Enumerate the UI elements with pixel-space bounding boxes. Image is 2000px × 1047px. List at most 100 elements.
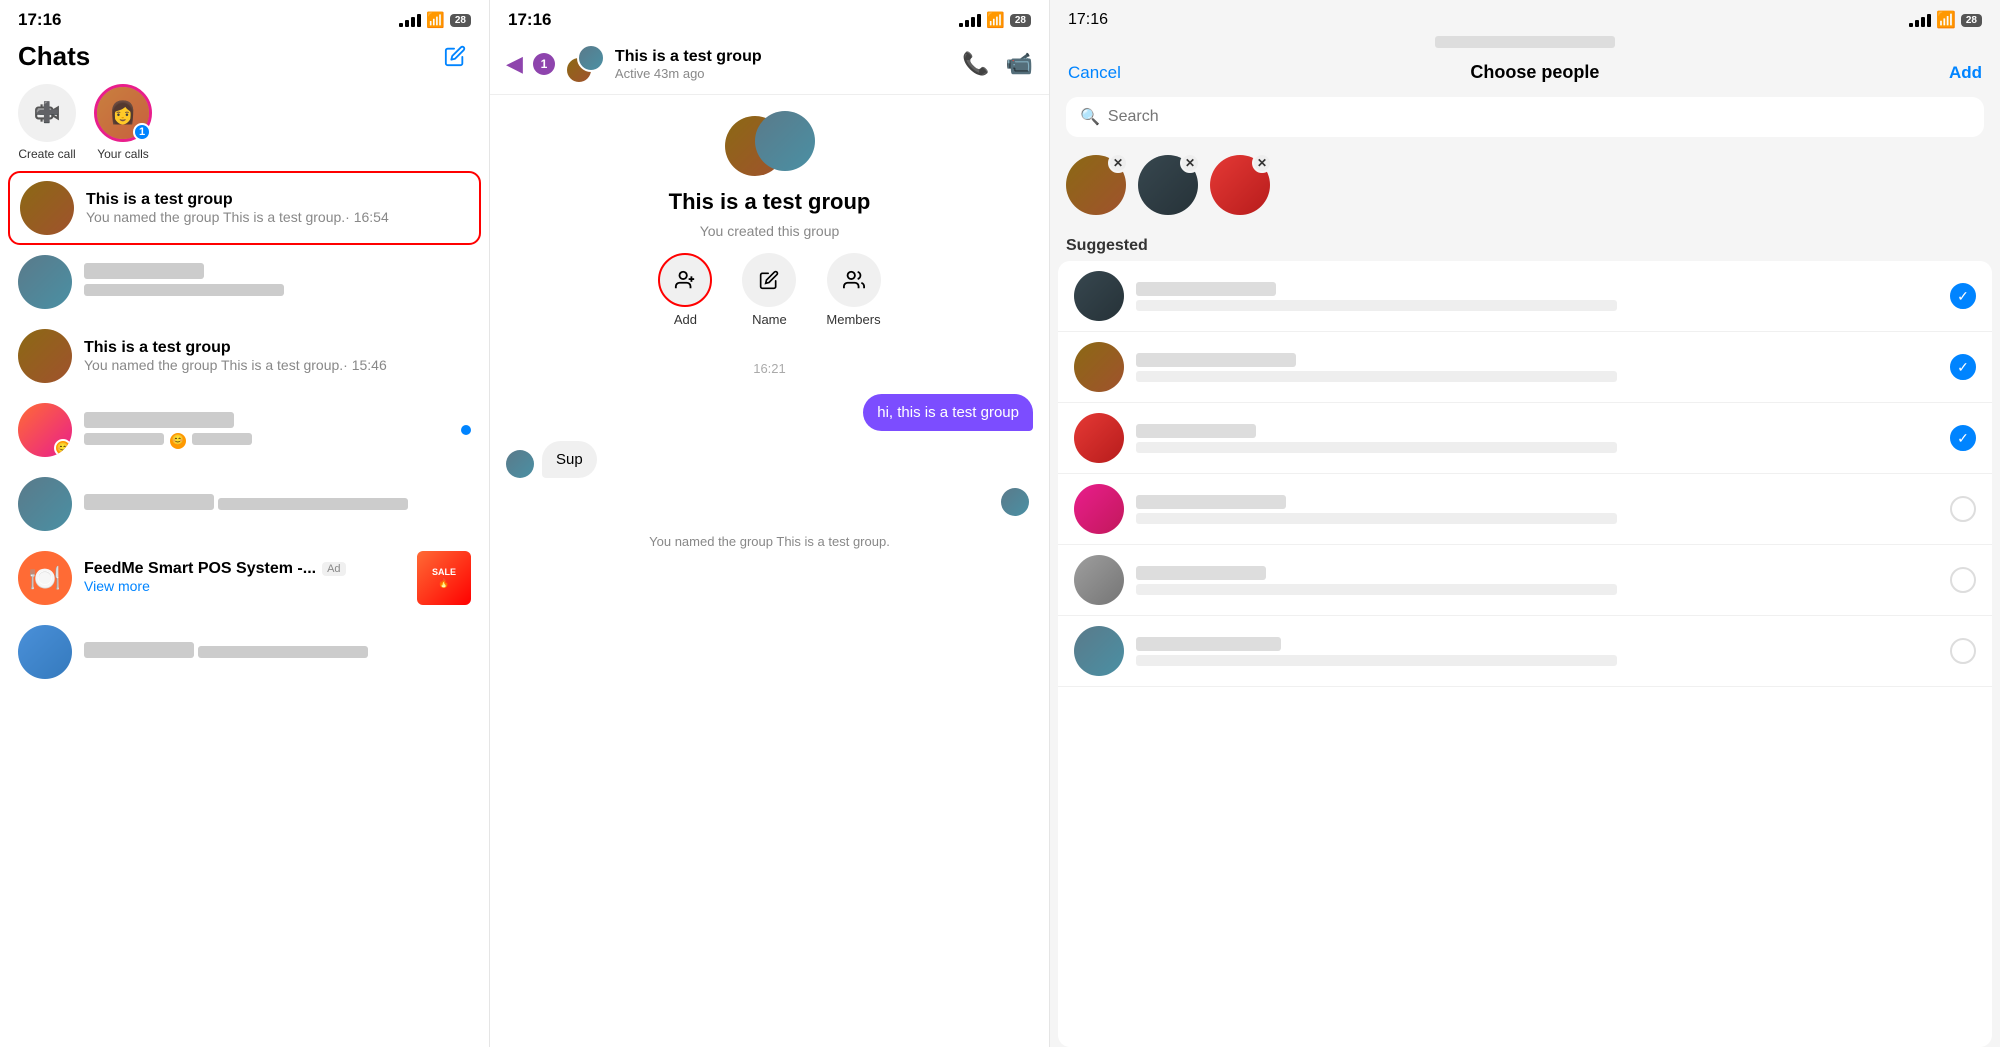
create-call-action[interactable]: ➕ Create call: [18, 84, 76, 161]
back-button[interactable]: ◀: [506, 51, 523, 77]
person-name-2: [1136, 353, 1296, 367]
person-avatar-2: [1074, 342, 1124, 392]
check-circle-2[interactable]: ✓: [1950, 354, 1976, 380]
time-chat: 17:16: [508, 10, 551, 30]
chat-avatar-7: [18, 625, 72, 679]
chat-avatar-2: [18, 255, 72, 309]
small-avatar-right: [1001, 488, 1029, 516]
check-circle-5[interactable]: [1950, 567, 1976, 593]
time-chats: 17:16: [18, 10, 61, 30]
blurred-name-7: [84, 642, 194, 658]
chat-info-4: 😊: [84, 412, 449, 449]
blurred-preview-7: [198, 646, 368, 658]
create-call-circle[interactable]: ➕: [18, 84, 76, 142]
person-item-3[interactable]: ✓: [1058, 403, 1992, 474]
chat-avatar-5: [18, 477, 72, 531]
video-button[interactable]: 📹: [1006, 51, 1033, 77]
blurred-preview-2: [84, 284, 284, 296]
chat-panel: 17:16 📶 28 ◀ 1 This is a test group Acti…: [490, 0, 1050, 1047]
person-info-2: [1136, 353, 1938, 382]
check-circle-4[interactable]: [1950, 496, 1976, 522]
chat-item-3[interactable]: This is a test group You named the group…: [0, 319, 489, 393]
bubble-incoming: Sup: [542, 441, 597, 478]
remove-avatar-2[interactable]: ✕: [1180, 153, 1200, 173]
status-icons-people: 📶 28: [1909, 10, 1982, 30]
header-status: Active 43m ago: [615, 66, 952, 81]
person-item-2[interactable]: ✓: [1058, 332, 1992, 403]
search-input[interactable]: [1108, 108, 1970, 126]
group-action-name[interactable]: Name: [742, 253, 796, 327]
remove-avatar-1[interactable]: ✕: [1108, 153, 1128, 173]
person-info-1: [1136, 282, 1938, 311]
signal-icon-chat: [959, 14, 981, 27]
add-button[interactable]: Add: [1949, 63, 1982, 83]
chat-item-4[interactable]: 😊 😊: [0, 393, 489, 467]
members-circle[interactable]: [827, 253, 881, 307]
person-avatar-1: [1074, 271, 1124, 321]
calls-badge: 1: [133, 123, 151, 141]
person-sub-3: [1136, 442, 1617, 453]
add-circle[interactable]: [658, 253, 712, 307]
name-label: Name: [752, 312, 787, 327]
edit-icon[interactable]: [439, 40, 471, 72]
person-sub-5: [1136, 584, 1617, 595]
group-actions-row: Add Name: [658, 253, 880, 327]
chat-info-1: This is a test group You named the group…: [86, 191, 469, 225]
feedme-view-more[interactable]: View more: [84, 578, 150, 594]
blurred-preview-4b: [192, 433, 252, 445]
selected-avatar-2: ✕: [1138, 155, 1198, 215]
person-avatar-6: [1074, 626, 1124, 676]
your-calls-circle[interactable]: 👩 1: [94, 84, 152, 142]
remove-avatar-3[interactable]: ✕: [1252, 153, 1272, 173]
chat-header: ◀ 1 This is a test group Active 43m ago …: [490, 34, 1049, 95]
group-action-add[interactable]: Add: [658, 253, 712, 327]
chat-name-1: This is a test group: [86, 191, 469, 209]
person-sub-6: [1136, 655, 1617, 666]
chat-item-7[interactable]: [0, 615, 489, 689]
group-action-members[interactable]: Members: [826, 253, 880, 327]
person-item-4[interactable]: [1058, 474, 1992, 545]
chat-item-2[interactable]: [0, 245, 489, 319]
chat-info-7: [84, 641, 471, 663]
selected-avatar-1: ✕: [1066, 155, 1126, 215]
chat-info-3: This is a test group You named the group…: [84, 339, 471, 373]
cancel-button[interactable]: Cancel: [1068, 63, 1121, 83]
group-avatar-header: [565, 44, 605, 84]
ad-thumbnail: SALE🔥: [417, 551, 471, 605]
person-item-6[interactable]: [1058, 616, 1992, 687]
blurred-top-hint: [1050, 34, 2000, 54]
person-item-5[interactable]: [1058, 545, 1992, 616]
check-circle-1[interactable]: ✓: [1950, 283, 1976, 309]
status-icons-chat: 📶 28: [959, 11, 1031, 29]
chat-item-selected[interactable]: This is a test group You named the group…: [8, 171, 481, 245]
message-incoming: Sup: [506, 441, 1033, 478]
check-circle-3[interactable]: ✓: [1950, 425, 1976, 451]
person-name-3: [1136, 424, 1256, 438]
chats-title: Chats: [18, 41, 90, 72]
chat-item-feedme[interactable]: 🍽️ FeedMe Smart POS System -... Ad View …: [0, 541, 489, 615]
person-name-1: [1136, 282, 1276, 296]
wifi-icon-chat: 📶: [986, 11, 1005, 29]
chat-info-5: [84, 493, 471, 515]
your-calls-action[interactable]: 👩 1 Your calls: [94, 84, 152, 161]
person-item-1[interactable]: ✓: [1058, 261, 1992, 332]
message-outgoing: hi, this is a test group: [506, 394, 1033, 431]
person-info-6: [1136, 637, 1938, 666]
choose-title: Choose people: [1470, 62, 1599, 83]
chat-list: This is a test group You named the group…: [0, 171, 489, 1047]
phone-button[interactable]: 📞: [962, 51, 989, 77]
blurred-preview-5: [218, 498, 408, 510]
suggested-label: Suggested: [1050, 227, 2000, 261]
person-sub-2: [1136, 371, 1617, 382]
signal-icon-people: [1909, 14, 1931, 27]
check-circle-6[interactable]: [1950, 638, 1976, 664]
incoming-avatar: [506, 450, 534, 478]
person-avatar-4: [1074, 484, 1124, 534]
chat-item-5[interactable]: [0, 467, 489, 541]
person-name-5: [1136, 566, 1266, 580]
search-bar[interactable]: 🔍: [1066, 97, 1984, 137]
unread-count-badge: 1: [533, 53, 555, 75]
person-name-6: [1136, 637, 1281, 651]
person-avatar-3: [1074, 413, 1124, 463]
name-circle[interactable]: [742, 253, 796, 307]
